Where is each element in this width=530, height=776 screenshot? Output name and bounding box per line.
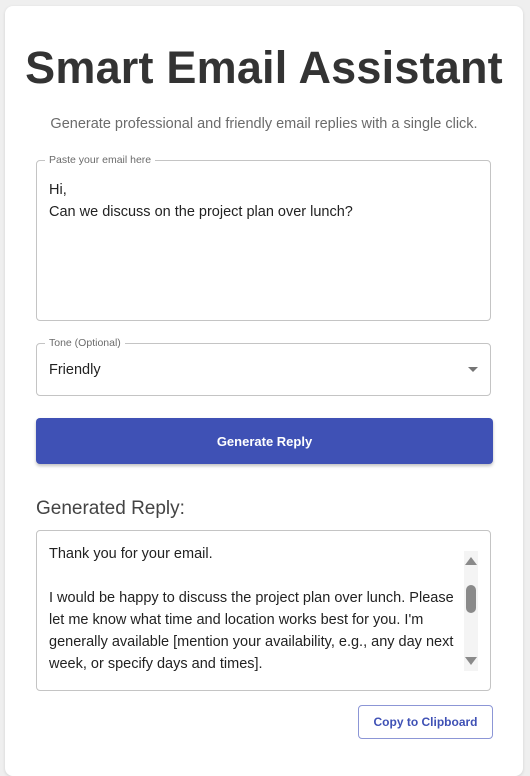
dropdown-arrow-icon[interactable] xyxy=(468,367,478,372)
generate-reply-button[interactable]: Generate Reply xyxy=(36,418,493,464)
copy-to-clipboard-button[interactable]: Copy to Clipboard xyxy=(358,705,493,739)
page-subtitle: Generate professional and friendly email… xyxy=(50,116,478,132)
generated-reply-field[interactable]: Thank you for your email. I would be hap… xyxy=(36,530,491,691)
scrollbar-thumb[interactable] xyxy=(466,585,476,613)
email-input-field[interactable]: Paste your email here Hi, Can we discuss… xyxy=(36,154,491,321)
email-input-label: Paste your email here xyxy=(45,154,156,167)
scroll-up-arrow-icon[interactable] xyxy=(465,557,477,565)
tone-selected-value: Friendly xyxy=(49,362,101,378)
main-card: Smart Email Assistant Generate professio… xyxy=(5,6,523,776)
page-title: Smart Email Assistant xyxy=(25,42,503,93)
tone-select[interactable]: Tone (Optional) Friendly xyxy=(36,337,491,396)
scroll-down-arrow-icon[interactable] xyxy=(465,657,477,665)
generated-reply-text[interactable]: Thank you for your email. I would be hap… xyxy=(49,543,460,675)
tone-select-label: Tone (Optional) xyxy=(45,337,125,350)
reply-scrollbar[interactable] xyxy=(464,551,478,671)
email-input-text[interactable]: Hi, Can we discuss on the project plan o… xyxy=(49,179,478,223)
generated-reply-heading: Generated Reply: xyxy=(36,498,185,519)
